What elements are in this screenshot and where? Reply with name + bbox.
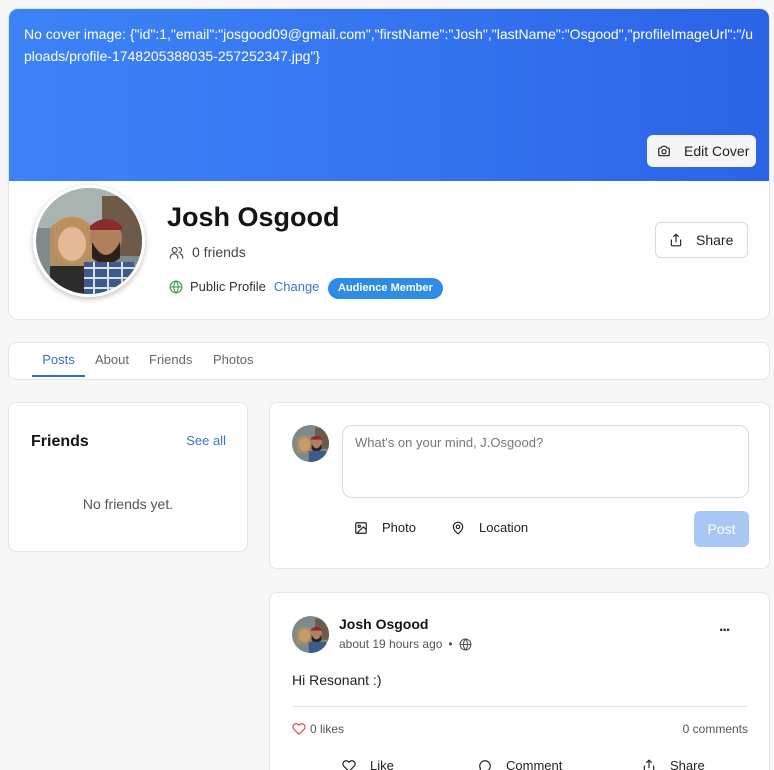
composer-avatar [292,425,329,462]
add-location-button[interactable]: Location [451,520,528,535]
share-profile-button[interactable]: Share [655,222,748,258]
no-friends-message: No friends yet. [82,496,174,512]
comment-icon [478,759,492,770]
post-meta: about 19 hours ago • [339,637,472,651]
tab-photos[interactable]: Photos [213,343,253,377]
like-label: Like [370,758,394,770]
like-button[interactable]: Like [342,758,394,770]
tab-friends[interactable]: Friends [149,343,192,377]
meta-separator: • [448,637,453,651]
location-label: Location [479,520,529,535]
friends-panel: Friends See all No friends yet. [8,402,248,552]
post-divider [292,706,747,707]
role-badge: Audience Member [328,278,443,299]
friends-count-label: 0 friends [192,244,246,260]
heart-icon [292,722,306,736]
likes-label: 0 likes [310,722,345,736]
profile-card: No cover image: {"id":1,"email":"josgood… [8,8,770,320]
camera-icon [657,144,671,158]
share-post-button[interactable]: Share [642,758,705,770]
globe-icon [459,637,472,651]
friends-panel-title: Friends [31,433,89,450]
post-author-avatar[interactable] [292,616,329,653]
share-icon [642,759,656,770]
cover-area: No cover image: {"id":1,"email":"josgood… [9,9,769,181]
share-profile-label: Share [696,232,734,248]
share-post-label: Share [670,758,705,770]
comment-label: Comment [506,758,563,770]
cover-placeholder-text: No cover image: {"id":1,"email":"josgood… [24,26,753,64]
friends-count: 0 friends [169,244,246,260]
map-pin-icon [451,521,465,535]
post-options-button[interactable]: ... [719,618,730,636]
visibility-label: Public Profile [190,279,266,294]
comment-button[interactable]: Comment [478,758,562,770]
post-input[interactable] [342,425,749,498]
post-text: Hi Resonant :) [292,672,382,688]
comments-count[interactable]: 0 comments [683,722,748,736]
profile-visibility: Public Profile Change [169,279,319,294]
post-timestamp: about 19 hours ago [339,637,443,651]
photo-label: Photo [382,520,416,535]
post-button[interactable]: Post [694,511,749,547]
post-card: Josh Osgood about 19 hours ago • ... Hi … [269,592,770,770]
post-author-name[interactable]: Josh Osgood [339,616,428,632]
profile-name: Josh Osgood [167,202,340,232]
users-icon [169,245,184,260]
profile-tabs: Posts About Friends Photos [8,342,770,380]
likes-count[interactable]: 0 likes [292,722,344,736]
image-icon [354,521,368,535]
change-visibility-link[interactable]: Change [274,279,320,294]
add-photo-button[interactable]: Photo [354,520,416,535]
tab-posts[interactable]: Posts [32,343,85,377]
heart-icon [342,759,356,770]
tab-about[interactable]: About [95,343,129,377]
edit-cover-button[interactable]: Edit Cover [647,135,756,167]
share-icon [669,233,683,247]
see-all-friends-link[interactable]: See all [186,433,226,448]
edit-cover-label: Edit Cover [684,143,750,159]
profile-avatar[interactable] [33,185,145,297]
post-composer: Photo Location Post [269,402,770,569]
globe-icon [169,279,183,294]
